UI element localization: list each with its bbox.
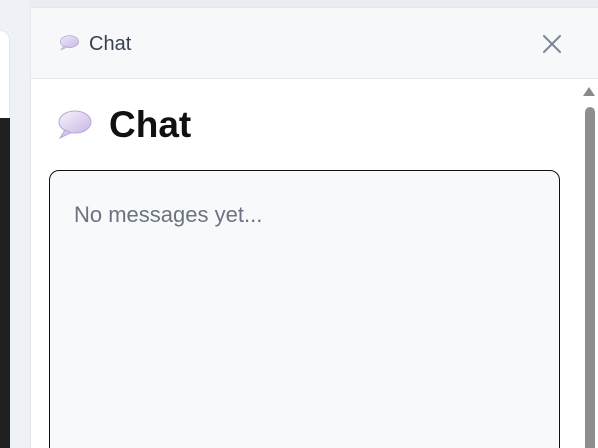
chat-heading: Chat (55, 103, 191, 147)
screen: Chat Chat No messages yet... (0, 0, 598, 448)
close-button[interactable] (540, 32, 564, 56)
scroll-up-arrow-icon[interactable] (583, 87, 595, 96)
chat-title: Chat (109, 104, 192, 145)
panel-header-title: Chat (89, 33, 132, 55)
empty-messages-text: No messages yet... (74, 202, 263, 227)
chat-panel: Chat Chat No messages yet... (30, 7, 598, 448)
chat-panel-header: Chat (31, 8, 598, 79)
vertical-scrollbar[interactable] (580, 79, 598, 448)
background-app (0, 0, 30, 448)
background-dark-panel (0, 118, 10, 448)
scroll-thumb[interactable] (585, 107, 595, 448)
chat-panel-body: Chat No messages yet... (31, 79, 598, 448)
speech-bubble-icon (58, 110, 92, 140)
speech-bubble-icon (59, 35, 79, 51)
close-icon (543, 35, 561, 53)
messages-container[interactable]: No messages yet... (49, 170, 560, 448)
